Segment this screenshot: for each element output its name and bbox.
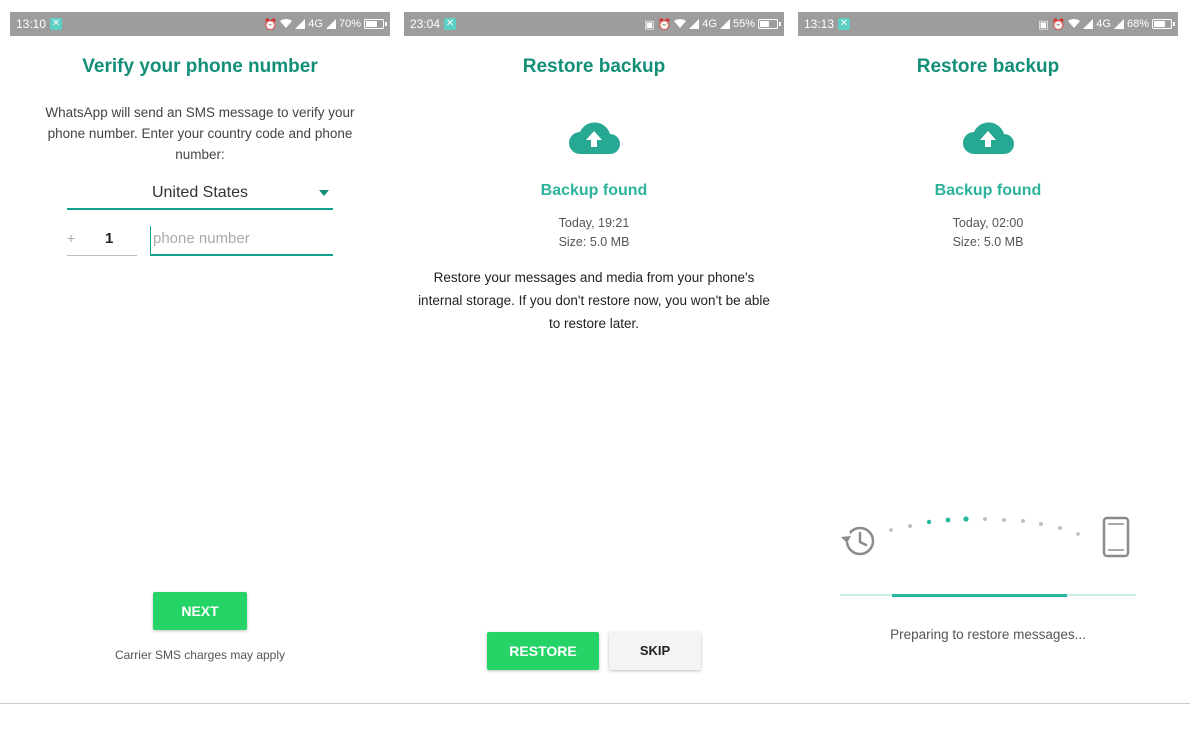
skip-button[interactable]: SKIP xyxy=(609,632,701,670)
alarm-icon: ⏰ xyxy=(263,18,278,31)
notification-icon: ✕ xyxy=(838,18,851,30)
restore-backup-screen: 23:04 ✕ ▣ ⏰ 4G 55% Restore backup Backup… xyxy=(404,12,784,700)
image-icon: ▣ xyxy=(1038,18,1049,31)
carrier-note: Carrier SMS charges may apply xyxy=(114,648,286,662)
phone-icon xyxy=(1102,516,1130,558)
divider-line xyxy=(0,703,1190,704)
preparing-status: Preparing to restore messages... xyxy=(890,627,1086,642)
page-title: Restore backup xyxy=(916,56,1060,77)
battery-percent: 55% xyxy=(732,18,755,30)
battery-icon xyxy=(364,19,387,29)
alarm-icon: ⏰ xyxy=(657,18,672,31)
restore-button[interactable]: RESTORE xyxy=(487,632,599,670)
verify-phone-screen: 13:10 ✕ ⏰ 4G 70% Verify your phone numbe… xyxy=(10,12,390,700)
page-title: Restore backup xyxy=(522,56,666,77)
network-type: 4G xyxy=(702,18,717,30)
backup-size: Size: 5.0 MB xyxy=(952,235,1024,249)
status-bar: 23:04 ✕ ▣ ⏰ 4G 55% xyxy=(404,12,784,36)
backup-found-label: Backup found xyxy=(540,182,648,199)
wifi-icon xyxy=(674,19,687,29)
signal-icon xyxy=(325,19,336,29)
restore-description: Restore your messages and media from you… xyxy=(418,270,770,331)
network-type: 4G xyxy=(1096,18,1111,30)
backup-time: Today, 19:21 xyxy=(558,216,630,230)
status-time: 23:04 xyxy=(410,17,441,31)
signal-icon xyxy=(1113,19,1124,29)
country-code-value: 1 xyxy=(105,230,114,247)
battery-icon xyxy=(758,19,781,29)
alarm-icon: ⏰ xyxy=(1051,18,1066,31)
phone-number-field xyxy=(150,226,333,256)
signal-icon xyxy=(295,19,306,29)
notification-icon: ✕ xyxy=(444,18,457,30)
history-icon xyxy=(841,526,875,556)
status-time: 13:13 xyxy=(804,17,835,31)
restore-progress-bar xyxy=(840,594,1136,597)
backup-meta: Today, 02:00 Size: 5.0 MB xyxy=(798,214,1178,252)
country-code-field[interactable]: + 1 xyxy=(67,226,137,256)
image-icon: ▣ xyxy=(644,18,655,31)
cloud-upload-icon xyxy=(798,118,1178,156)
status-bar: 13:13 ✕ ▣ ⏰ 4G 68% xyxy=(798,12,1178,36)
transfer-dots xyxy=(889,516,1080,536)
backup-meta: Today, 19:21 Size: 5.0 MB xyxy=(404,214,784,252)
next-button[interactable]: NEXT xyxy=(153,592,247,630)
notification-icon: ✕ xyxy=(50,18,63,30)
status-bar: 13:10 ✕ ⏰ 4G 70% xyxy=(10,12,390,36)
battery-percent: 68% xyxy=(1126,18,1149,30)
plus-sign: + xyxy=(67,230,76,246)
wifi-icon xyxy=(1068,19,1081,29)
page-title: Verify your phone number xyxy=(82,56,318,77)
network-type: 4G xyxy=(308,18,323,30)
sms-description: WhatsApp will send an SMS message to ver… xyxy=(45,105,355,162)
restore-progress-fill xyxy=(892,594,1067,597)
battery-icon xyxy=(1152,19,1175,29)
country-value: United States xyxy=(151,184,249,201)
battery-percent: 70% xyxy=(338,18,361,30)
backup-found-label: Backup found xyxy=(934,182,1042,199)
dropdown-caret-icon xyxy=(319,190,329,196)
signal-icon xyxy=(719,19,730,29)
backup-time: Today, 02:00 xyxy=(952,216,1024,230)
backup-size: Size: 5.0 MB xyxy=(558,235,630,249)
signal-icon xyxy=(689,19,700,29)
restore-animation xyxy=(798,508,1178,568)
signal-icon xyxy=(1083,19,1094,29)
wifi-icon xyxy=(280,19,293,29)
restoring-screen: 13:13 ✕ ▣ ⏰ 4G 68% Restore backup Backup… xyxy=(798,12,1178,700)
status-time: 13:10 xyxy=(16,17,47,31)
phone-number-input[interactable] xyxy=(151,226,333,251)
cloud-upload-icon xyxy=(404,118,784,156)
country-select[interactable]: United States xyxy=(67,178,333,210)
